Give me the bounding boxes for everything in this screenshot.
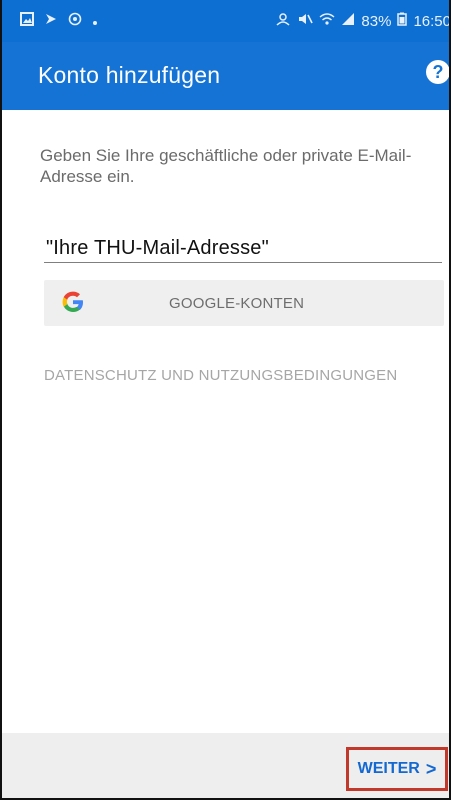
status-bar: 83% 16:50 [2,0,451,42]
google-g-icon [61,290,85,319]
next-button[interactable]: WEITER > [346,747,448,791]
signal-icon [341,12,355,30]
wifi-icon [319,12,335,30]
google-accounts-label: GOOGLE-KONTEN [169,295,305,312]
battery-percent: 83% [361,12,392,30]
page-title: Konto hinzufügen [38,62,221,88]
next-label: WEITER [357,760,420,777]
email-field[interactable]: "Ihre THU-Mail-Adresse" [44,232,442,263]
status-right: 83% 16:50 [275,12,451,30]
google-accounts-button[interactable]: GOOGLE-KONTEN [44,280,444,326]
chevron-right-icon: > [425,758,437,779]
status-left-icons [20,12,98,30]
email-value: "Ihre THU-Mail-Adresse" [46,237,269,259]
app-bar: Konto hinzufügen ? [2,42,449,110]
clock: 16:50 [413,12,451,30]
mute-icon [297,12,314,30]
image-icon [20,12,34,30]
instruction-text: Geben Sie Ihre geschäftliche oder privat… [40,146,412,186]
screen-frame: 83% 16:50 Konto hinzufügen ? Geben Sie I… [0,0,451,800]
forward-icon [44,12,58,30]
battery-icon [397,12,408,30]
account-icon [275,12,291,30]
privacy-terms-link[interactable]: DATENSCHUTZ UND NUTZUNGSBEDINGUNGEN [44,367,397,384]
target-icon [68,12,82,30]
dot-icon [92,13,98,30]
help-icon[interactable]: ? [426,60,449,84]
